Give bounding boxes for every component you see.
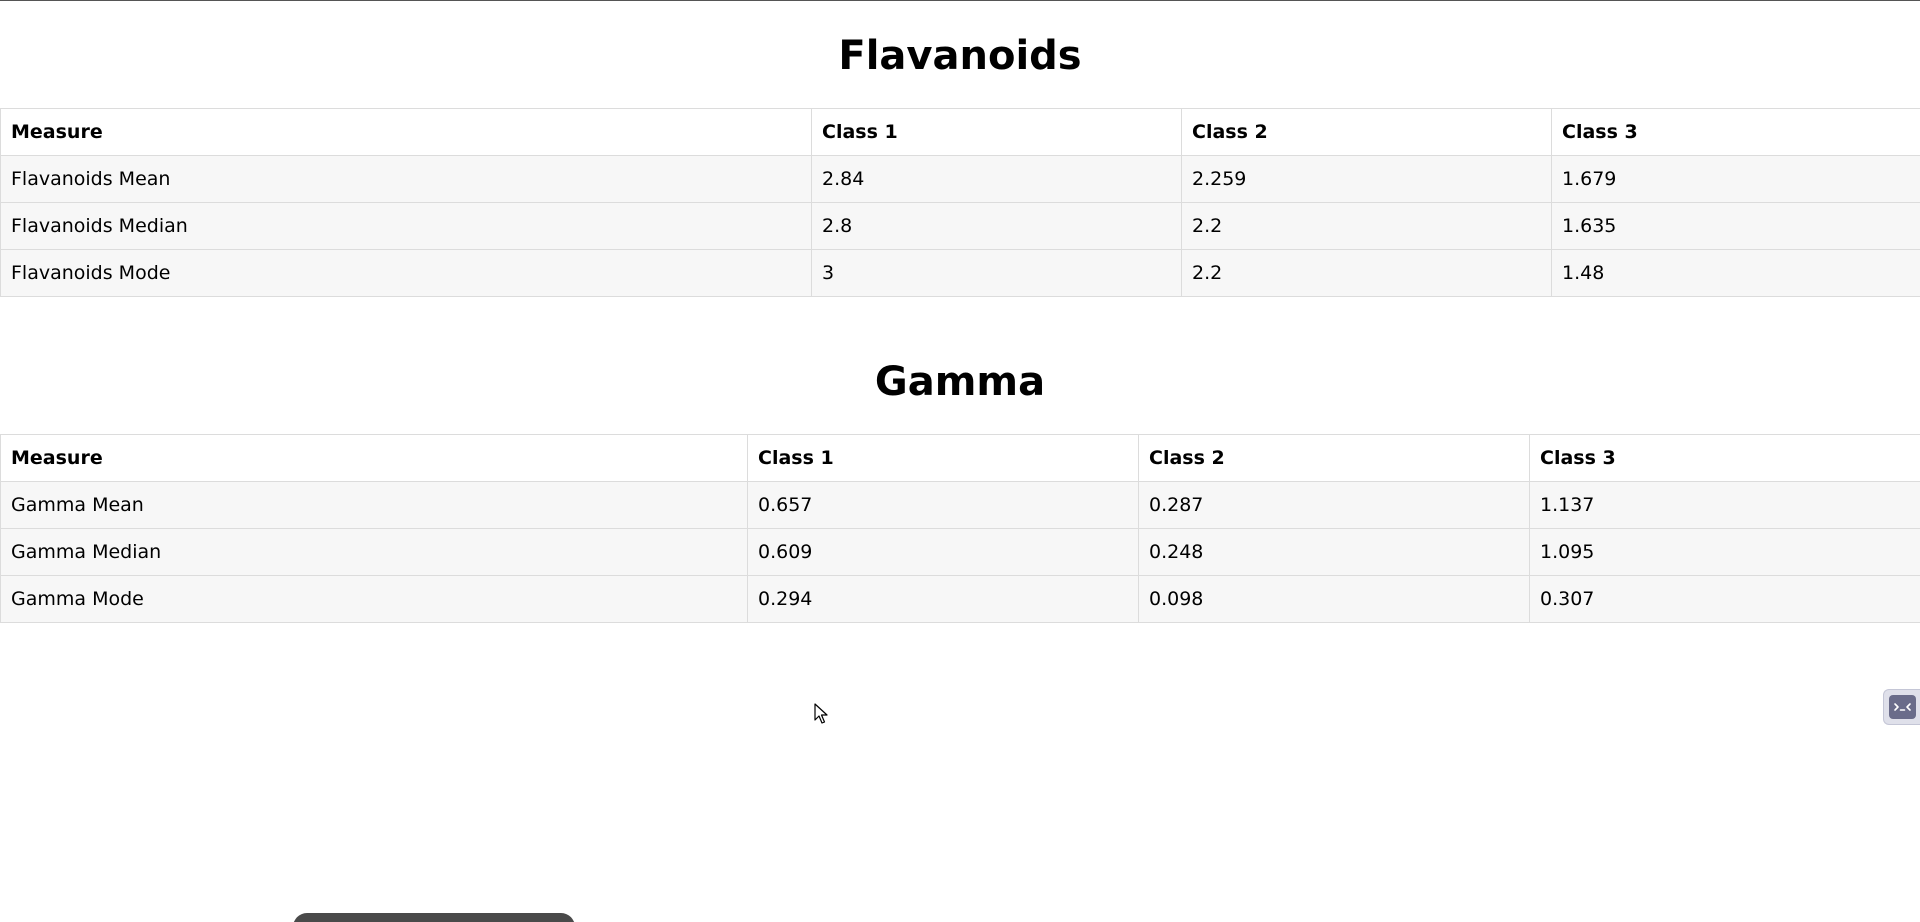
table-cell: 0.657 <box>747 481 1139 529</box>
table-cell: 1.635 <box>1551 202 1920 250</box>
table-cell: Gamma Median <box>0 528 748 576</box>
side-panel-toggle[interactable] <box>1883 689 1920 725</box>
flavanoids-table: Measure Class 1 Class 2 Class 3 Flavanoi… <box>0 108 1920 297</box>
page: Flavanoids Measure Class 1 Class 2 Class… <box>0 0 1920 922</box>
mouse-pointer-icon <box>814 703 830 725</box>
column-header: Class 3 <box>1551 108 1920 156</box>
table-cell: 0.609 <box>747 528 1139 576</box>
table-cell: 0.248 <box>1138 528 1530 576</box>
table-cell: 0.287 <box>1138 481 1530 529</box>
table-cell: 0.098 <box>1138 575 1530 623</box>
table-cell: Flavanoids Median <box>0 202 812 250</box>
table-cell: 1.48 <box>1551 249 1920 297</box>
column-header: Class 2 <box>1138 434 1530 482</box>
table-row: Flavanoids Median 2.8 2.2 1.635 <box>0 202 1920 250</box>
gamma-table: Measure Class 1 Class 2 Class 3 Gamma Me… <box>0 434 1920 623</box>
table-cell: 3 <box>811 249 1182 297</box>
table-cell: 0.307 <box>1529 575 1920 623</box>
table-cell: 1.095 <box>1529 528 1920 576</box>
column-header: Measure <box>0 108 812 156</box>
gamma-title: Gamma <box>874 359 1046 405</box>
flavanoids-title: Flavanoids <box>838 33 1082 79</box>
table-header-row: Measure Class 1 Class 2 Class 3 <box>0 108 1920 156</box>
table-row: Gamma Mode 0.294 0.098 0.307 <box>0 575 1920 623</box>
table-row: Flavanoids Mean 2.84 2.259 1.679 <box>0 155 1920 203</box>
table-cell: 2.2 <box>1181 249 1552 297</box>
column-header: Class 1 <box>747 434 1139 482</box>
table-cell: 0.294 <box>747 575 1139 623</box>
table-cell: 2.259 <box>1181 155 1552 203</box>
column-header: Class 1 <box>811 108 1182 156</box>
table-header-row: Measure Class 1 Class 2 Class 3 <box>0 434 1920 482</box>
column-header: Measure <box>0 434 748 482</box>
table-cell: 1.679 <box>1551 155 1920 203</box>
column-header: Class 2 <box>1181 108 1552 156</box>
terminal-icon <box>1889 695 1916 719</box>
table-cell: Flavanoids Mean <box>0 155 812 203</box>
table-cell: 1.137 <box>1529 481 1920 529</box>
column-header: Class 3 <box>1529 434 1920 482</box>
table-cell: 2.8 <box>811 202 1182 250</box>
table-row: Flavanoids Mode 3 2.2 1.48 <box>0 249 1920 297</box>
table-row: Gamma Mean 0.657 0.287 1.137 <box>0 481 1920 529</box>
bottom-toolbar[interactable] <box>293 913 575 922</box>
table-row: Gamma Median 0.609 0.248 1.095 <box>0 528 1920 576</box>
table-cell: 2.84 <box>811 155 1182 203</box>
table-cell: Gamma Mode <box>0 575 748 623</box>
table-cell: Flavanoids Mode <box>0 249 812 297</box>
table-cell: Gamma Mean <box>0 481 748 529</box>
table-cell: 2.2 <box>1181 202 1552 250</box>
